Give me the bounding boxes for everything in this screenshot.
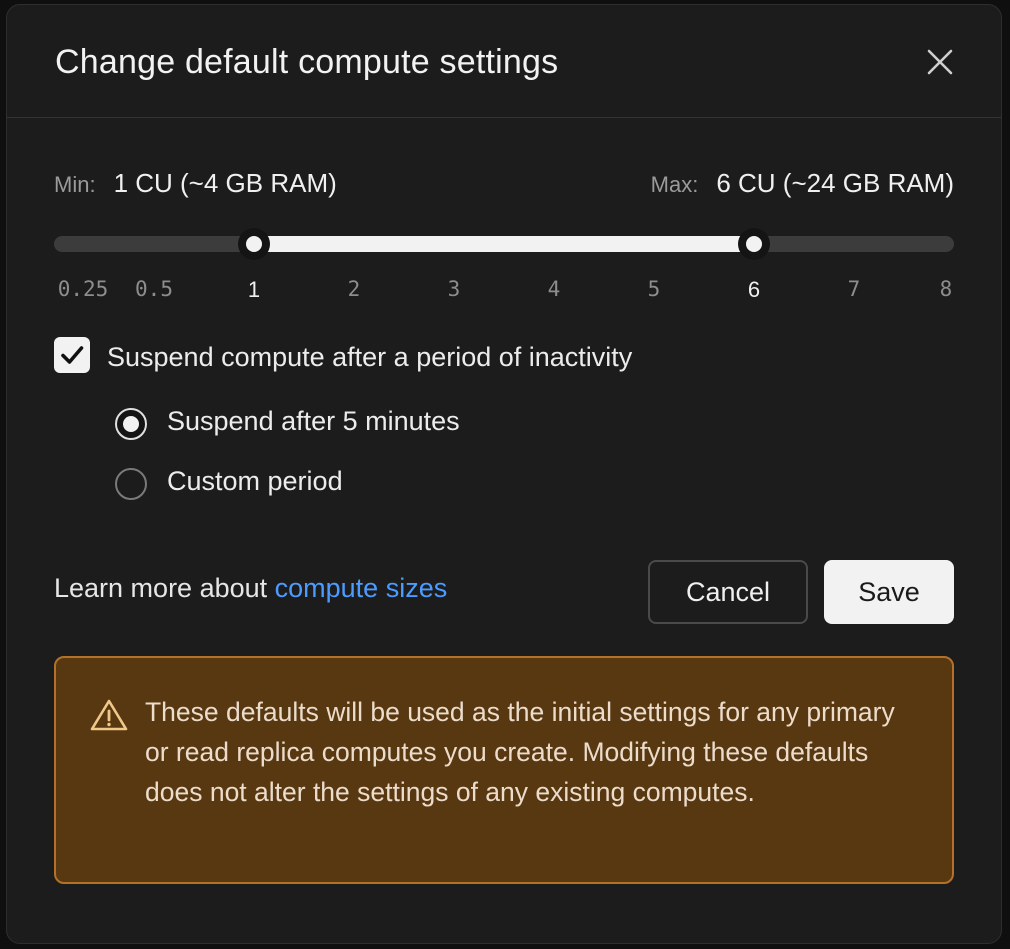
slider-tick-label: 7 <box>847 277 861 301</box>
max-label: Max: <box>650 172 699 197</box>
compute-range-slider[interactable] <box>54 228 954 260</box>
slider-min-thumb[interactable] <box>238 228 270 260</box>
max-value: 6 CU (~24 GB RAM) <box>716 168 954 198</box>
dialog-title: Change default compute settings <box>55 43 559 81</box>
slider-tick-label: 8 <box>939 277 953 301</box>
slider-tick-label: 2 <box>347 277 361 301</box>
slider-tick-label: 3 <box>447 277 461 301</box>
learn-more-prefix: Learn more about <box>54 573 275 603</box>
learn-more-text: Learn more about compute sizes <box>54 573 447 604</box>
max-readout: Max: 6 CU (~24 GB RAM) <box>651 168 954 199</box>
save-button[interactable]: Save <box>824 560 954 624</box>
checkmark-icon <box>61 346 84 364</box>
radio-custom-period[interactable] <box>115 468 147 500</box>
slider-tick-label: 6 <box>747 277 761 302</box>
min-value: 1 CU (~4 GB RAM) <box>113 168 337 198</box>
slider-selected-range <box>254 236 754 252</box>
slider-tick-label: 0.5 <box>135 277 173 301</box>
radio-suspend-5-minutes[interactable] <box>115 408 147 440</box>
slider-tick-label: 0.25 <box>57 277 109 301</box>
dialog-header: Change default compute settings <box>7 5 1001 118</box>
min-readout: Min: 1 CU (~4 GB RAM) <box>54 168 337 199</box>
slider-tick-label: 4 <box>547 277 561 301</box>
cancel-button[interactable]: Cancel <box>648 560 808 624</box>
slider-max-thumb[interactable] <box>738 228 770 260</box>
min-label: Min: <box>54 172 96 197</box>
slider-tick-label: 1 <box>247 277 261 302</box>
warning-text: These defaults will be used as the initi… <box>145 697 895 807</box>
radio-suspend-5-minutes-label: Suspend after 5 minutes <box>167 406 460 436</box>
suspend-checkbox[interactable] <box>54 337 90 373</box>
slider-tick-label: 5 <box>647 277 661 301</box>
warning-icon <box>90 699 128 731</box>
close-icon[interactable] <box>925 47 955 77</box>
warning-callout: These defaults will be used as the initi… <box>54 656 954 884</box>
suspend-checkbox-label: Suspend compute after a period of inacti… <box>107 342 633 372</box>
compute-sizes-link[interactable]: compute sizes <box>275 573 448 603</box>
radio-custom-period-label: Custom period <box>167 466 343 496</box>
